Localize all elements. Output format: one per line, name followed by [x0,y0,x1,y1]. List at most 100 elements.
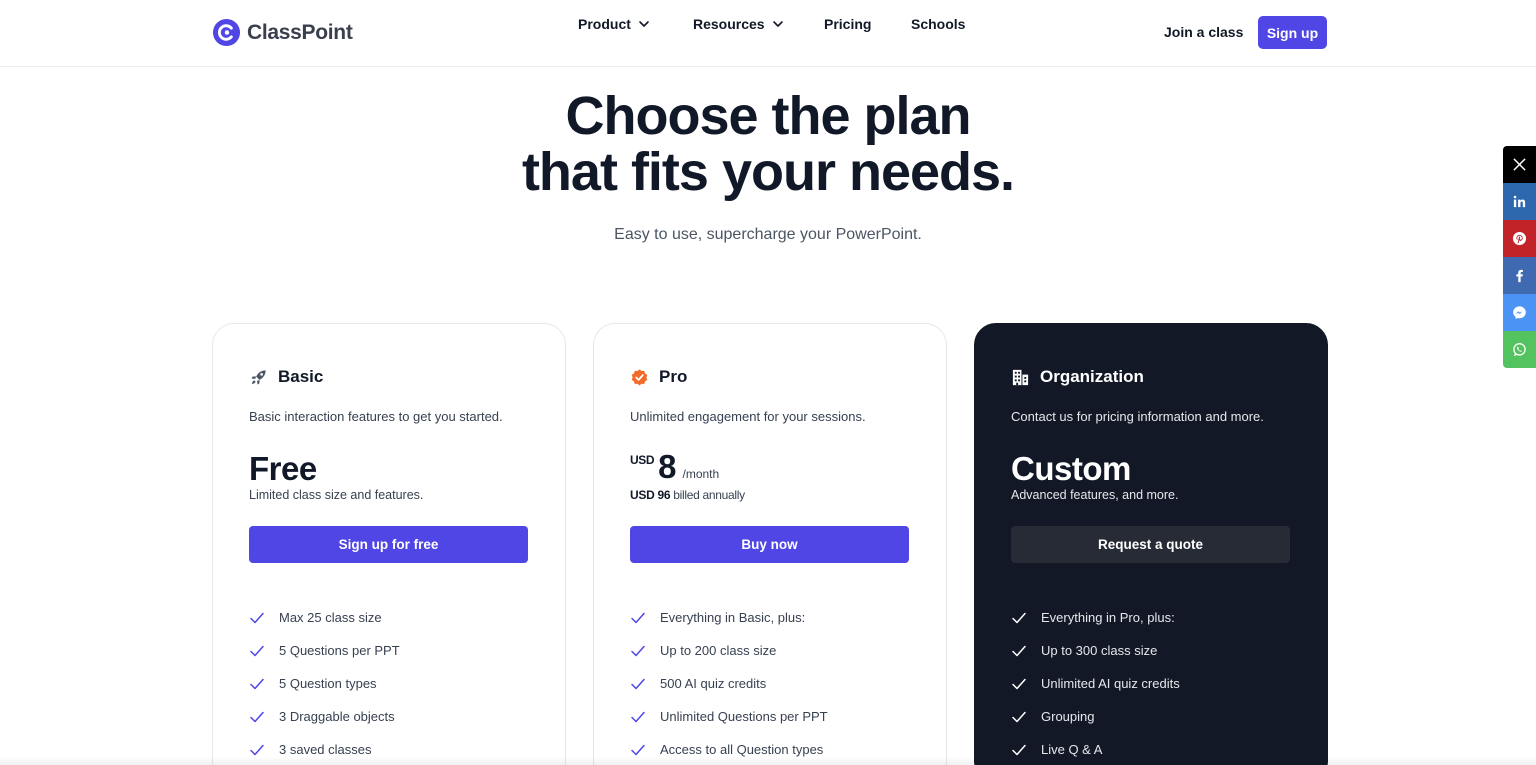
plan-price-note: Limited class size and features. [249,488,424,502]
feature-list: Everything in Pro, plus: Up to 300 class… [1011,601,1180,765]
price-currency: USD [630,453,655,467]
plan-price: Custom [1011,450,1131,487]
feature-item: Everything in Basic, plus: [630,601,828,634]
plan-price: Free [249,450,317,487]
feature-text: Unlimited Questions per PPT [660,709,828,724]
share-whatsapp-button[interactable] [1503,331,1536,368]
share-facebook-button[interactable] [1503,257,1536,294]
feature-text: 5 Question types [279,676,377,691]
price-amount: 8 [658,448,677,485]
feature-text: Everything in Pro, plus: [1041,610,1175,625]
feature-text: 3 Draggable objects [279,709,395,724]
feature-text: Max 25 class size [279,610,382,625]
feature-list: Everything in Basic, plus: Up to 200 cla… [630,601,828,765]
share-linkedin-button[interactable] [1503,183,1536,220]
nav-product[interactable]: Product [578,16,650,32]
check-icon [250,678,264,689]
feature-item: 500 AI quiz credits [630,667,828,700]
check-icon [1012,645,1026,656]
feature-text: 3 saved classes [279,742,372,757]
plan-header: Basic [249,367,323,387]
check-icon [1012,612,1026,623]
feature-item: Unlimited AI quiz credits [1011,667,1180,700]
feature-item: 5 Questions per PPT [249,634,400,667]
feature-text: Live Q & A [1041,742,1103,757]
feature-item: Grouping [1011,700,1180,733]
feature-text: Up to 300 class size [1041,643,1158,658]
chevron-down-icon [639,21,649,27]
feature-item: Unlimited Questions per PPT [630,700,828,733]
check-icon [631,645,645,656]
buy-now-button[interactable]: Buy now [630,526,909,563]
check-icon [250,744,264,755]
request-quote-button[interactable]: Request a quote [1011,526,1290,563]
share-x-button[interactable] [1503,146,1536,183]
logo[interactable]: ClassPoint [212,18,353,47]
classpoint-logo-icon [212,18,241,47]
plan-header: Pro [630,367,687,387]
check-icon [250,645,264,656]
check-icon [631,678,645,689]
feature-item: Up to 300 class size [1011,634,1180,667]
plan-description: Contact us for pricing information and m… [1011,409,1264,424]
check-icon [631,744,645,755]
nav-pricing[interactable]: Pricing [824,16,871,32]
x-icon [1513,158,1526,171]
nav-schools-label: Schools [911,16,966,32]
nav-resources-label: Resources [693,16,765,32]
signup-button[interactable]: Sign up [1258,16,1327,49]
verified-badge-icon [631,368,648,385]
nav-pricing-label: Pricing [824,16,872,32]
check-icon [250,711,264,722]
join-class-link[interactable]: Join a class [1164,24,1243,40]
check-icon [631,612,645,623]
page-title: Choose the plan that fits your needs. [0,88,1536,200]
plan-name: Organization [1040,367,1144,386]
plan-header: Organization [1011,367,1144,387]
bottom-fade [0,757,1536,765]
pinterest-icon [1512,231,1527,246]
sign-up-free-button[interactable]: Sign up for free [249,526,528,563]
nav-product-label: Product [578,16,631,32]
check-icon [631,711,645,722]
messenger-icon [1513,306,1526,320]
plan-price: USD 8 /month [630,450,719,484]
nav-schools[interactable]: Schools [911,16,965,32]
check-icon [1012,744,1026,755]
feature-text: Everything in Basic, plus: [660,610,806,625]
whatsapp-icon [1513,343,1526,357]
annual-price-note: USD 96 billed annually [630,488,745,502]
facebook-icon [1516,269,1523,283]
page-subtitle: Easy to use, supercharge your PowerPoint… [614,226,922,243]
plan-description: Unlimited engagement for your sessions. [630,409,866,424]
feature-item: Max 25 class size [249,601,400,634]
price-period: /month [682,467,720,481]
feature-text: Up to 200 class size [660,643,777,658]
plan-description: Basic interaction features to get you st… [249,409,503,424]
check-icon [250,612,264,623]
feature-text: Access to all Question types [660,742,824,757]
share-messenger-button[interactable] [1503,294,1536,331]
feature-item: 5 Question types [249,667,400,700]
building-icon [1012,369,1029,385]
share-pinterest-button[interactable] [1503,220,1536,257]
site-header: ClassPoint Product Resources Pricing Sch… [0,0,1536,67]
title-line-1: Choose the plan [565,86,971,146]
feature-text: Grouping [1041,709,1095,724]
check-icon [1012,711,1026,722]
check-icon [1012,678,1026,689]
feature-list: Max 25 class size 5 Questions per PPT 5 … [249,601,400,765]
annual-text: billed annually [670,488,745,502]
logo-text: ClassPoint [247,20,353,44]
feature-text: 5 Questions per PPT [279,643,400,658]
social-share-bar [1503,146,1536,368]
annual-price: USD 96 [630,488,671,502]
plan-card-pro: Pro Unlimited engagement for your sessio… [593,323,947,765]
title-line-2: that fits your needs. [521,142,1015,202]
chevron-down-icon [772,21,783,27]
rocket-icon [251,369,266,385]
plan-name: Pro [659,367,688,386]
feature-text: Unlimited AI quiz credits [1041,676,1180,691]
nav-resources[interactable]: Resources [693,16,784,32]
plan-price-note: Advanced features, and more. [1011,488,1179,502]
